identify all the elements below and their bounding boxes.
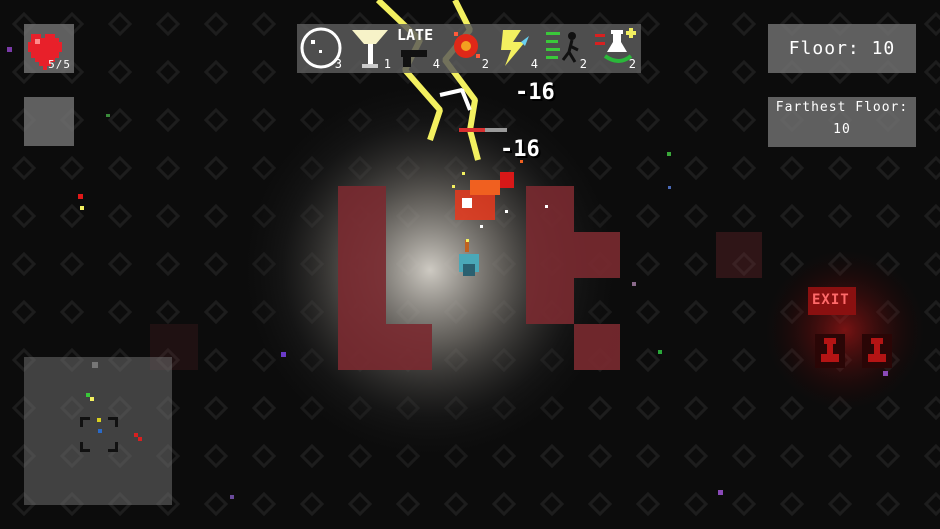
item-slot-lamp: 1: [346, 24, 395, 73]
item-count: 2: [481, 57, 489, 71]
game-viewport: 5/5 3 1 LATE 4 2 4 2 2 Floor: 10 Farthes…: [0, 0, 940, 529]
damage-number: -16: [500, 137, 540, 162]
active-item-slot: [24, 97, 74, 146]
item-count: 4: [530, 57, 538, 71]
item-inventory-bar: 3 1 LATE 4 2 4 2 2: [297, 24, 641, 73]
item-slot-gun: LATE 4: [395, 24, 444, 73]
minimap: [24, 357, 172, 505]
item-count: 4: [432, 57, 440, 71]
minimap-drawing: [80, 362, 142, 452]
farthest-floor-label: Farthest Floor:: [775, 100, 909, 115]
item-count: 3: [334, 57, 342, 71]
farthest-floor-panel: Farthest Floor: 10: [768, 97, 916, 147]
exit-sign: EXIT: [812, 292, 850, 308]
item-slot-potion: 2: [591, 24, 640, 73]
item-count: 2: [579, 57, 587, 71]
health-panel: 5/5: [24, 24, 74, 73]
item-slot-fireball: 2: [444, 24, 493, 73]
item-count: 1: [383, 57, 391, 71]
item-count: 2: [628, 57, 636, 71]
item-slot-clock: 3: [297, 24, 346, 73]
enemy-health-bar: [459, 128, 507, 132]
health-count: 5/5: [48, 58, 71, 71]
damage-number: -16: [515, 80, 555, 105]
current-floor-label: Floor: 10: [768, 24, 916, 73]
farthest-floor-value: 10: [833, 122, 851, 137]
item-slot-runner: 2: [542, 24, 591, 73]
item-slot-lightning: 4: [493, 24, 542, 73]
